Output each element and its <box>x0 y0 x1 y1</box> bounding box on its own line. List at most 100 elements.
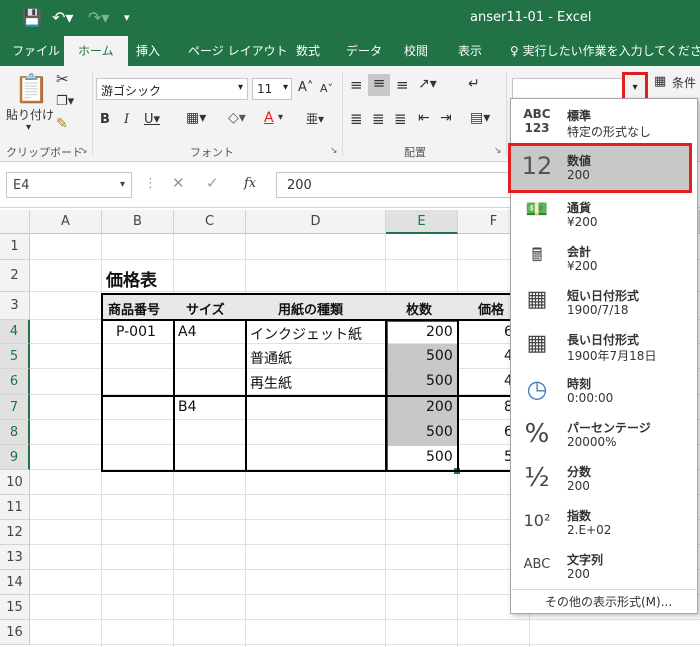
paste-dropdown-icon[interactable]: ▾ <box>26 122 31 133</box>
row-header[interactable]: 5 <box>0 344 30 369</box>
more-number-formats-link[interactable]: その他の表示形式(M)... <box>545 593 672 610</box>
paste-icon[interactable]: 📋 <box>14 72 49 105</box>
tell-me-search[interactable]: ♀ 実行したい作業を入力してください <box>510 42 700 59</box>
cell-c4[interactable]: A4 <box>178 324 196 340</box>
alignment-launcher-icon[interactable]: ↘ <box>494 146 502 156</box>
cell-d6[interactable]: 再生紙 <box>250 373 292 393</box>
cell-b4[interactable]: P-001 <box>116 324 156 340</box>
name-box[interactable]: E4 ▾ <box>6 172 132 198</box>
clipboard-launcher-icon[interactable]: ↘ <box>80 146 88 156</box>
column-header-d[interactable]: D <box>246 210 386 234</box>
increase-font-icon[interactable]: A˄ <box>298 80 313 95</box>
cell-e6[interactable]: 500 <box>426 373 453 389</box>
insert-function-icon[interactable]: fx <box>244 176 256 191</box>
merge-center-icon[interactable]: ▤▾ <box>470 110 490 126</box>
cell-e8[interactable]: 500 <box>426 424 453 440</box>
align-right-icon[interactable]: ≣ <box>394 110 407 128</box>
borders-icon[interactable]: ▦▾ <box>186 110 206 126</box>
save-icon[interactable]: 💾 <box>22 8 42 27</box>
tab-file[interactable]: ファイル <box>12 42 60 59</box>
format-percentage-item[interactable]: % パーセンテージ 20000% <box>511 413 697 457</box>
format-accounting-item[interactable]: 🖩 会計 ¥200 <box>511 237 697 281</box>
increase-indent-icon[interactable]: ⇥ <box>440 110 452 126</box>
row-header[interactable]: 7 <box>0 395 30 420</box>
align-bottom-icon[interactable]: ≡ <box>396 76 409 94</box>
align-middle-icon[interactable]: ≡ <box>368 74 390 96</box>
format-currency-item[interactable]: 💵 通貨 ¥200 <box>511 193 697 237</box>
orientation-icon[interactable]: ↗▾ <box>418 76 437 92</box>
row-header[interactable]: 9 <box>0 445 30 470</box>
header-quantity[interactable]: 枚数 <box>406 299 432 318</box>
cell-d5[interactable]: 普通紙 <box>250 348 292 368</box>
font-size-combo[interactable]: 11 ▾ <box>252 78 292 100</box>
row-header[interactable]: 15 <box>0 595 30 620</box>
row-header[interactable]: 4 <box>0 320 30 344</box>
header-product-number[interactable]: 商品番号 <box>108 299 160 318</box>
cancel-icon[interactable]: ✕ <box>172 174 185 192</box>
select-all-corner[interactable] <box>0 210 30 234</box>
row-header[interactable]: 2 <box>0 260 30 292</box>
decrease-indent-icon[interactable]: ⇤ <box>418 110 430 126</box>
row-header[interactable]: 6 <box>0 369 30 395</box>
conditional-format-icon[interactable]: ▦ <box>654 74 666 89</box>
tab-view[interactable]: 表示 <box>458 42 482 59</box>
format-short-date-item[interactable]: ▦ 短い日付形式 1900/7/18 <box>511 281 697 325</box>
customize-qat-icon[interactable]: ▾ <box>124 11 130 24</box>
row-header[interactable]: 8 <box>0 420 30 445</box>
tab-review[interactable]: 校閲 <box>404 42 428 59</box>
wrap-text-icon[interactable]: ↵ <box>468 76 480 92</box>
tab-data[interactable]: データ <box>346 42 382 59</box>
row-header[interactable]: 14 <box>0 570 30 595</box>
cell-e9[interactable]: 500 <box>426 449 453 465</box>
column-header-a[interactable]: A <box>30 210 102 234</box>
font-launcher-icon[interactable]: ↘ <box>330 146 338 156</box>
paste-button-label[interactable]: 貼り付け <box>6 106 54 123</box>
row-header[interactable]: 1 <box>0 234 30 260</box>
format-scientific-item[interactable]: 10² 指数 2.E+02 <box>511 501 697 545</box>
align-top-icon[interactable]: ≡ <box>350 76 363 94</box>
conditional-format-label[interactable]: 条件 <box>672 74 696 91</box>
chevron-down-icon[interactable]: ▾ <box>278 112 283 123</box>
format-text-item[interactable]: ABC 文字列 200 <box>511 545 697 589</box>
row-header[interactable]: 10 <box>0 470 30 495</box>
bold-button[interactable]: B <box>100 112 110 127</box>
copy-icon[interactable]: ❐▾ <box>56 94 74 109</box>
font-name-combo[interactable]: 游ゴシック ▾ <box>96 78 248 100</box>
cell-e4[interactable]: 200 <box>426 324 453 340</box>
header-size[interactable]: サイズ <box>186 299 225 318</box>
redo-icon[interactable]: ↷▾ <box>88 8 109 27</box>
phonetic-icon[interactable]: 亜▾ <box>306 110 324 127</box>
undo-icon[interactable]: ↶▾ <box>52 8 73 27</box>
row-header[interactable]: 16 <box>0 620 30 645</box>
format-number-item[interactable]: 12 数値 200 <box>508 143 692 193</box>
column-header-e[interactable]: E <box>386 210 458 234</box>
align-left-icon[interactable]: ≣ <box>350 110 363 128</box>
font-color-icon[interactable]: A <box>264 110 274 126</box>
tab-page-layout[interactable]: ページ レイアウト <box>188 42 288 59</box>
row-header[interactable]: 11 <box>0 495 30 520</box>
column-header-b[interactable]: B <box>102 210 174 234</box>
format-painter-icon[interactable]: ✎ <box>56 116 68 132</box>
fill-color-icon[interactable]: ◇▾ <box>228 110 246 126</box>
format-general-item[interactable]: ABC 123 標準 特定の形式なし <box>511 101 697 145</box>
header-price[interactable]: 価格 <box>478 299 504 318</box>
italic-button[interactable]: I <box>124 112 129 127</box>
decrease-font-icon[interactable]: A˅ <box>320 82 333 95</box>
cut-icon[interactable]: ✂ <box>56 70 69 88</box>
tab-insert[interactable]: 挿入 <box>136 42 160 59</box>
format-long-date-item[interactable]: ▦ 長い日付形式 1900年7月18日 <box>511 325 697 369</box>
cell-d4[interactable]: インクジェット紙 <box>250 324 362 344</box>
underline-button[interactable]: U▾ <box>144 112 160 127</box>
cell-c7[interactable]: B4 <box>178 399 197 415</box>
format-fraction-item[interactable]: ½ 分数 200 <box>511 457 697 501</box>
header-paper-type[interactable]: 用紙の種類 <box>278 299 343 318</box>
tab-home[interactable]: ホーム <box>64 36 128 66</box>
enter-check-icon[interactable]: ✓ <box>206 174 219 192</box>
cell-e7[interactable]: 200 <box>426 399 453 415</box>
table-title[interactable]: 価格表 <box>106 266 157 291</box>
tab-formulas[interactable]: 数式 <box>296 42 320 59</box>
column-header-c[interactable]: C <box>174 210 246 234</box>
format-time-item[interactable]: ◷ 時刻 0:00:00 <box>511 369 697 413</box>
row-header[interactable]: 13 <box>0 545 30 570</box>
row-header[interactable]: 12 <box>0 520 30 545</box>
